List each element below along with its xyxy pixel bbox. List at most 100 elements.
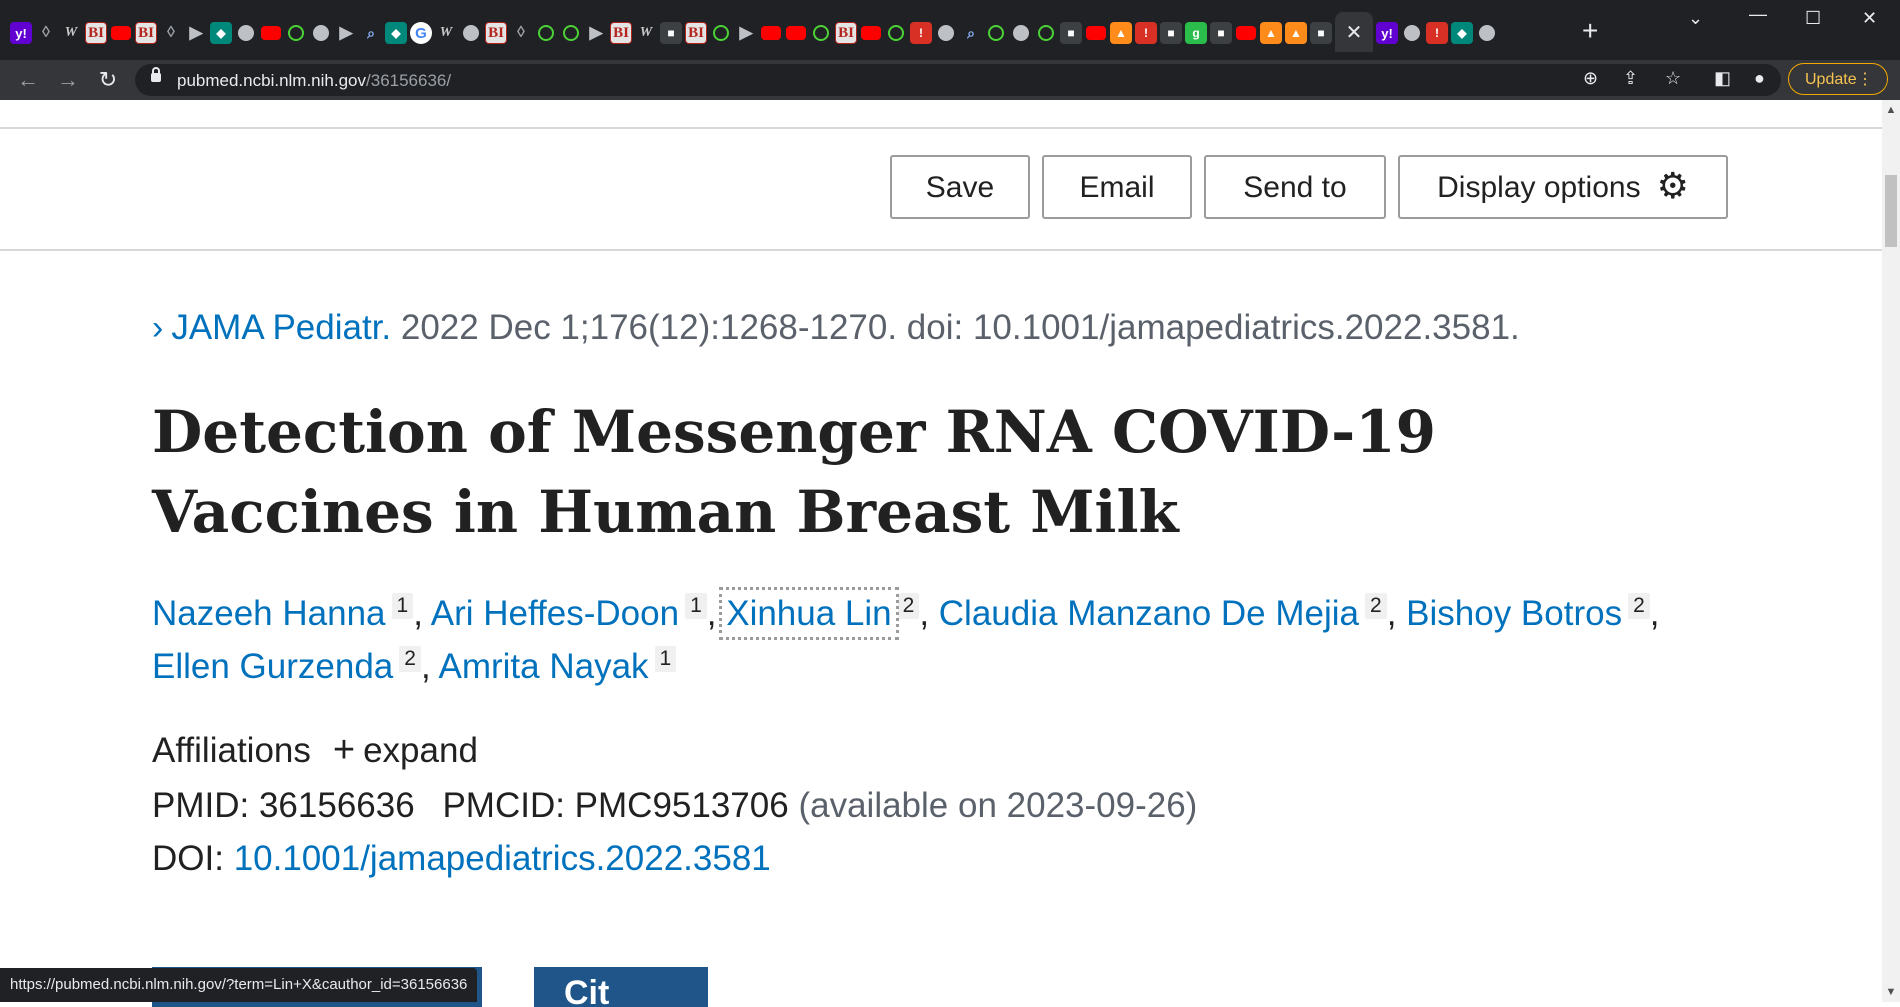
tab-favicon-mag-icon[interactable]: ⌕ — [960, 22, 982, 44]
tab-favicon-globe-icon[interactable] — [1010, 22, 1032, 44]
address-bar[interactable]: pubmed.ncbi.nlm.nih.gov/36156636/ ⊕ ⇪ ☆ — [135, 64, 1781, 96]
affiliation-number-button[interactable]: 2 — [1365, 593, 1387, 620]
tab-favicon-play-icon[interactable] — [560, 22, 582, 44]
tab-favicon-green-icon[interactable]: g — [1185, 22, 1207, 44]
tab-favicon-wiki-icon[interactable]: W — [435, 22, 457, 44]
tab-favicon-play-icon[interactable] — [810, 22, 832, 44]
affiliation-number-button[interactable]: 1 — [391, 593, 414, 620]
plus-icon[interactable]: + — [333, 729, 355, 771]
tab-favicon-orange-icon[interactable]: ▲ — [1260, 22, 1282, 44]
tab-favicon-red-icon[interactable]: ! — [910, 22, 932, 44]
vertical-scrollbar[interactable]: ▲ ▼ — [1882, 100, 1900, 1002]
tab-favicon-play-icon[interactable] — [885, 22, 907, 44]
tab-favicon-dark-icon[interactable]: ■ — [1210, 22, 1232, 44]
profile-avatar-icon[interactable]: ● — [1754, 68, 1765, 89]
tab-favicon-flag-icon[interactable]: ▶ — [735, 22, 757, 44]
tab-favicon-bi-icon[interactable]: BI — [835, 22, 857, 44]
author-link[interactable]: Claudia Manzano De Mejia — [939, 594, 1359, 633]
lock-icon[interactable] — [151, 67, 161, 82]
side-panel-icon[interactable]: ◧ — [1714, 68, 1731, 89]
doi-link[interactable]: 10.1001/jamapediatrics.2022.3581 — [234, 839, 771, 878]
forward-icon[interactable]: → — [54, 66, 82, 94]
tab-favicon-globe-icon[interactable] — [460, 22, 482, 44]
new-tab-button[interactable]: + — [1582, 17, 1598, 45]
tab-favicon-play-icon[interactable] — [985, 22, 1007, 44]
scrollbar-thumb[interactable] — [1885, 175, 1897, 247]
tab-favicon-bi-icon[interactable]: BI — [135, 22, 157, 44]
journal-link[interactable]: JAMA Pediatr. — [171, 308, 391, 347]
tab-favicon-flag-icon[interactable]: ▶ — [335, 22, 357, 44]
kebab-menu-icon[interactable]: ⋮ — [1857, 64, 1873, 96]
affiliation-number-button[interactable]: 2 — [1628, 593, 1650, 620]
affiliations-toggle[interactable]: Affiliations + expand — [152, 729, 478, 772]
tab-favicon-wiki-icon[interactable]: W — [635, 22, 657, 44]
tab-favicon-bi-icon[interactable]: BI — [685, 22, 707, 44]
author-link[interactable]: Xinhua Lin — [719, 587, 899, 640]
back-icon[interactable]: ← — [14, 66, 42, 94]
tab-search-chevron-icon[interactable]: ⌄ — [1688, 8, 1703, 29]
affiliation-number-button[interactable]: 2 — [399, 646, 421, 673]
affiliation-number-button[interactable]: 2 — [897, 593, 920, 620]
scroll-up-arrow-icon[interactable]: ▲ — [1882, 104, 1900, 116]
tab-favicon-play-icon[interactable] — [285, 22, 307, 44]
email-button[interactable]: Email — [1042, 155, 1192, 219]
tab-favicon-flag-icon[interactable]: ▶ — [185, 22, 207, 44]
tab-favicon-bi-icon[interactable]: BI — [610, 22, 632, 44]
zoom-icon[interactable]: ⊕ — [1583, 68, 1598, 89]
tab-favicon-dark-icon[interactable]: ■ — [1060, 22, 1082, 44]
send-to-button[interactable]: Send to — [1204, 155, 1386, 219]
save-button[interactable]: Save — [890, 155, 1030, 219]
scroll-down-arrow-icon[interactable]: ▼ — [1882, 986, 1900, 998]
tab-favicon-globe-icon[interactable] — [310, 22, 332, 44]
share-icon[interactable]: ⇪ — [1623, 68, 1638, 89]
tab-favicon-globe-icon[interactable] — [1476, 22, 1498, 44]
tab-favicon-dark-icon[interactable]: ■ — [660, 22, 682, 44]
tab-favicon-orange-icon[interactable]: ▲ — [1110, 22, 1132, 44]
tab-favicon-yt-icon[interactable] — [760, 22, 782, 44]
tab-favicon-mag-icon[interactable]: ⌕ — [360, 22, 382, 44]
tab-favicon-shield-icon[interactable]: ◊ — [35, 22, 57, 44]
tab-favicon-dark-icon[interactable]: ■ — [1160, 22, 1182, 44]
affiliation-number-button[interactable]: 1 — [685, 593, 707, 620]
bookmark-star-icon[interactable]: ☆ — [1665, 68, 1681, 89]
maximize-icon[interactable]: ☐ — [1805, 8, 1821, 29]
expand-link[interactable]: expand — [363, 731, 478, 770]
author-link[interactable]: Ari Heffes-Doon — [431, 594, 679, 633]
active-tab-close-icon[interactable]: ✕ — [1335, 12, 1373, 52]
tab-favicon-teal-icon[interactable]: ◆ — [385, 22, 407, 44]
tab-favicon-g-icon[interactable]: G — [410, 22, 432, 44]
author-link[interactable]: Nazeeh Hanna — [152, 594, 386, 633]
author-link[interactable]: Amrita Nayak — [438, 647, 648, 686]
affiliation-number-button[interactable]: 1 — [654, 646, 677, 673]
close-window-icon[interactable]: ✕ — [1862, 8, 1877, 29]
tab-favicon-globe-icon[interactable] — [235, 22, 257, 44]
tab-favicon-shield-icon[interactable]: ◊ — [510, 22, 532, 44]
tab-favicon-globe-icon[interactable] — [935, 22, 957, 44]
reload-icon[interactable]: ↻ — [94, 66, 122, 94]
tab-favicon-red-icon[interactable]: ! — [1135, 22, 1157, 44]
tab-favicon-globe-icon[interactable] — [1401, 22, 1423, 44]
tab-favicon-yahoo-icon[interactable]: y! — [10, 22, 32, 44]
tab-favicon-teal-icon[interactable]: ◆ — [210, 22, 232, 44]
tab-favicon-yahoo-icon[interactable]: y! — [1376, 22, 1398, 44]
update-button[interactable]: Update ⋮ — [1788, 63, 1888, 95]
tab-favicon-yt-icon[interactable] — [785, 22, 807, 44]
chevron-right-icon[interactable]: › — [152, 309, 163, 347]
tab-favicon-yt-icon[interactable] — [260, 22, 282, 44]
tab-favicon-yt-icon[interactable] — [860, 22, 882, 44]
tab-favicon-bi-icon[interactable]: BI — [485, 22, 507, 44]
tab-favicon-yt-icon[interactable] — [1235, 22, 1257, 44]
author-link[interactable]: Bishoy Botros — [1406, 594, 1622, 633]
tab-favicon-wiki-icon[interactable]: W — [60, 22, 82, 44]
url-text[interactable]: pubmed.ncbi.nlm.nih.gov/36156636/ — [177, 71, 451, 91]
tab-favicon-orange-icon[interactable]: ▲ — [1285, 22, 1307, 44]
cite-button[interactable]: Cit — [534, 967, 708, 1007]
tab-favicon-shield-icon[interactable]: ◊ — [160, 22, 182, 44]
tab-favicon-teal-icon[interactable]: ◆ — [1451, 22, 1473, 44]
tab-favicon-dark-icon[interactable]: ■ — [1310, 22, 1332, 44]
tab-favicon-play-icon[interactable] — [535, 22, 557, 44]
tab-favicon-play-icon[interactable] — [1035, 22, 1057, 44]
minimize-icon[interactable]: — — [1749, 4, 1767, 25]
tab-favicon-play-icon[interactable] — [710, 22, 732, 44]
tab-favicon-flag-icon[interactable]: ▶ — [585, 22, 607, 44]
